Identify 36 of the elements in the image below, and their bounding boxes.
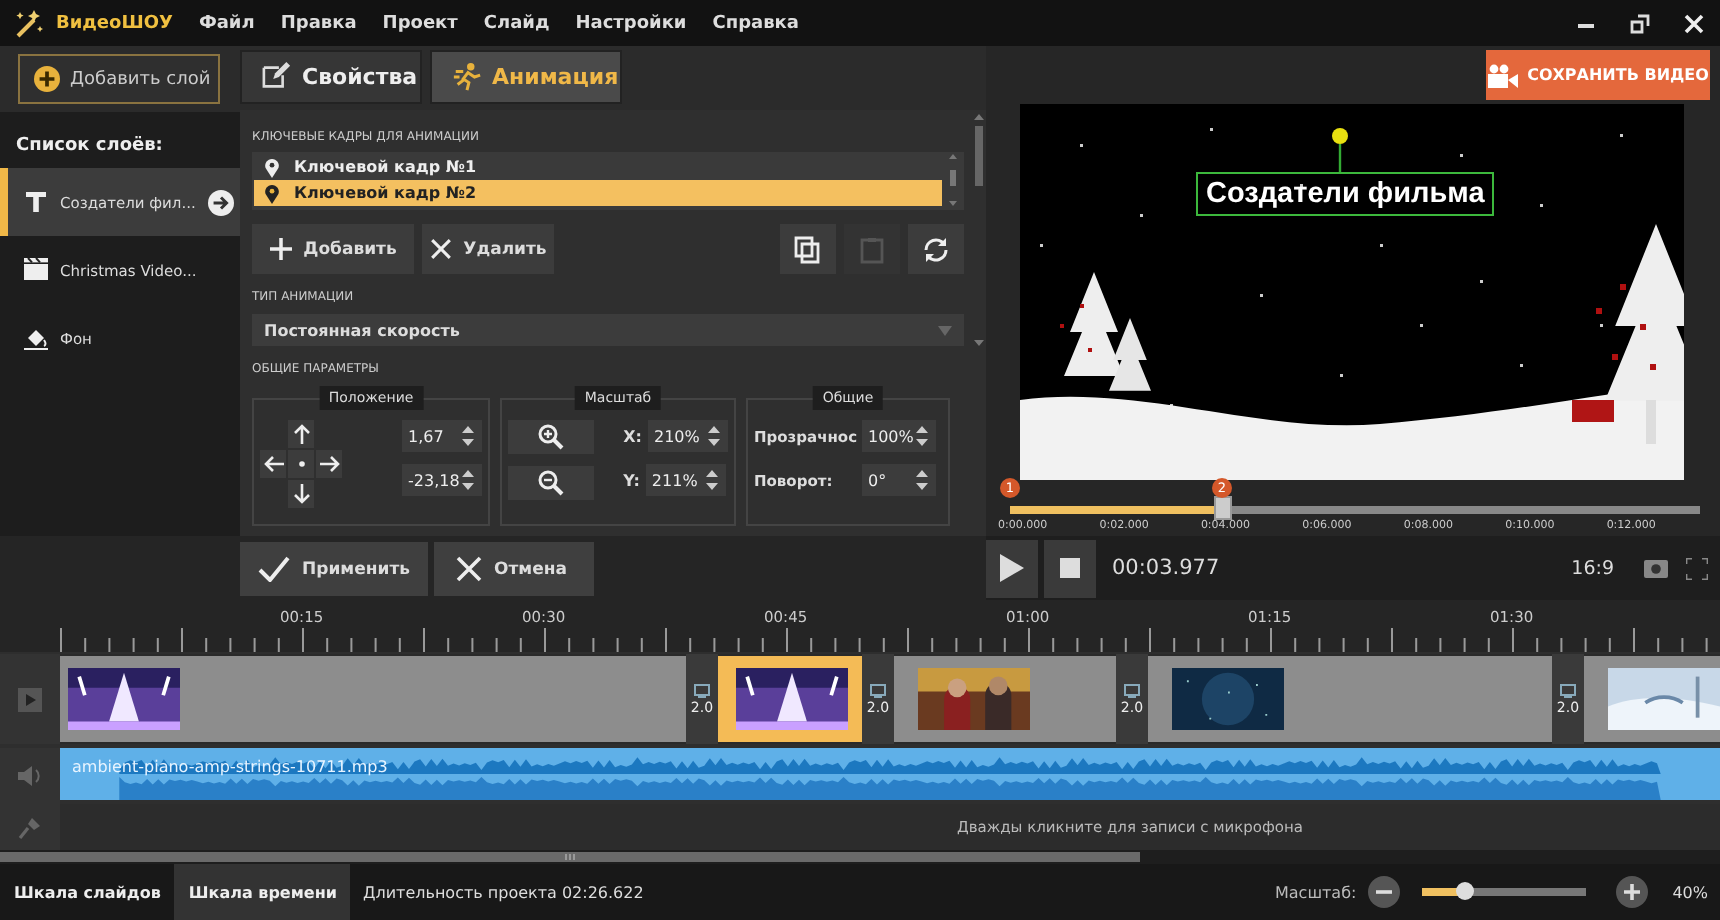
tab[interactable]: Свойства bbox=[240, 50, 422, 104]
keyframe-item[interactable]: Ключевой кадр №1 bbox=[254, 154, 942, 180]
number-field[interactable]: -23,18 bbox=[402, 464, 482, 496]
add-layer-button[interactable]: Добавить слой bbox=[18, 54, 220, 104]
menu-item[interactable]: Настройки bbox=[575, 13, 687, 33]
menu-item[interactable]: Справка bbox=[712, 13, 799, 33]
section-title: Список слоёв: bbox=[14, 134, 165, 160]
dropdown[interactable]: Постоянная скорость bbox=[252, 314, 964, 346]
audio-file-name: ambient-piano-amp-strings-10711.mp3 bbox=[72, 758, 388, 777]
number-field[interactable]: 0° bbox=[862, 464, 936, 496]
menu-item[interactable]: Правка bbox=[280, 13, 357, 33]
field-label: X: bbox=[623, 427, 642, 445]
audio-clip[interactable]: ambient-piano-amp-strings-10711.mp3 bbox=[60, 748, 1720, 801]
zoom-value: 40% bbox=[1672, 883, 1708, 901]
number-field[interactable]: 1,67 bbox=[402, 420, 482, 452]
menu-item[interactable]: Файл bbox=[198, 13, 255, 33]
app-name: ВидеоШОУ bbox=[56, 13, 173, 33]
delete-button[interactable]: Удалить bbox=[422, 224, 554, 274]
tab[interactable]: Шкала времени bbox=[174, 864, 351, 920]
number-field[interactable]: 211% bbox=[645, 464, 726, 496]
tab[interactable]: Анимация bbox=[430, 50, 622, 104]
aspect-ratio[interactable]: 16:9 bbox=[1571, 557, 1614, 579]
time-display: 00:03.977 bbox=[1112, 556, 1220, 580]
add-button[interactable]: Добавить bbox=[252, 224, 414, 274]
field-label: Y: bbox=[623, 471, 640, 489]
number-field[interactable]: 100% bbox=[862, 420, 936, 452]
menu-item[interactable]: Проект bbox=[382, 13, 458, 33]
menu-item[interactable]: Слайд bbox=[483, 13, 550, 33]
caption-text: Создатели фильма bbox=[1206, 178, 1485, 210]
selection-frame[interactable]: Создатели фильма bbox=[1196, 172, 1495, 216]
apply-button[interactable]: Применить bbox=[240, 542, 428, 596]
cancel-button[interactable]: Отмена bbox=[434, 542, 595, 596]
keyframe-item[interactable]: Ключевой кадр №2 bbox=[254, 180, 942, 206]
zoom-label: Масштаб: bbox=[1275, 883, 1357, 901]
number-field[interactable]: 210% bbox=[648, 420, 728, 452]
project-duration: Длительность проекта 02:26.622 bbox=[362, 883, 644, 901]
